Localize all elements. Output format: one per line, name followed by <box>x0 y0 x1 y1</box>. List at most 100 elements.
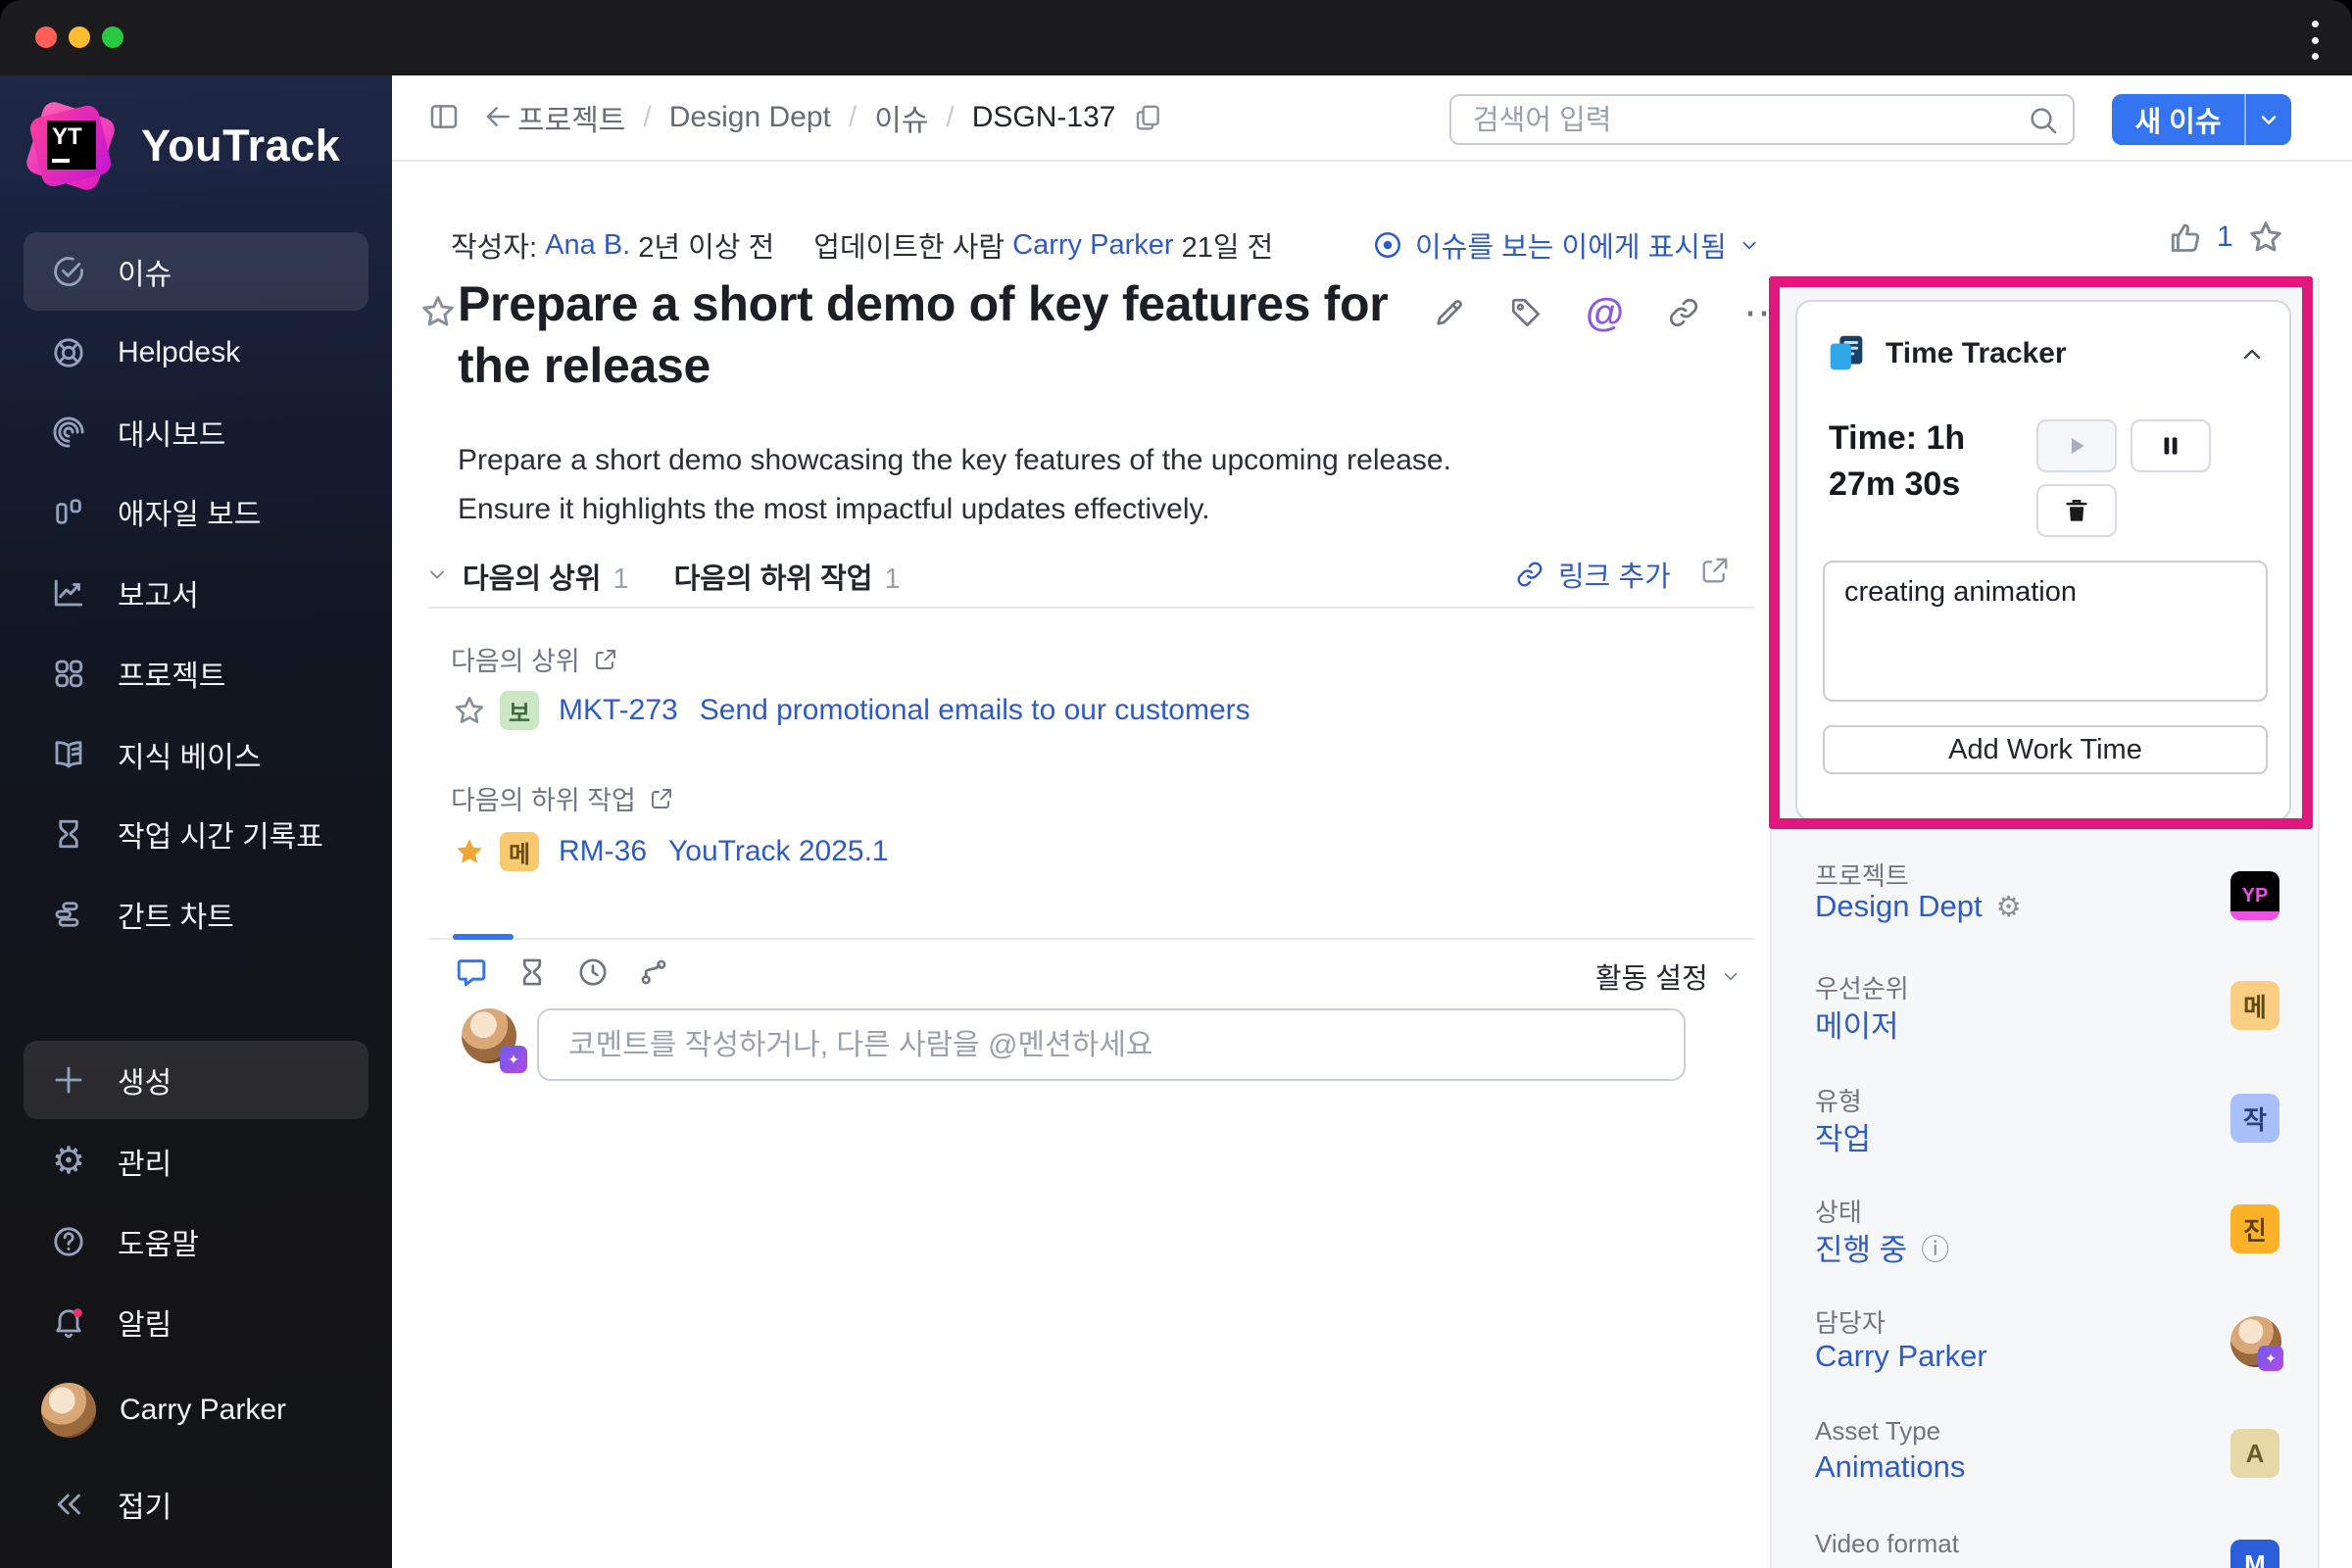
gear-icon[interactable]: ⚙ <box>1996 890 2022 924</box>
gantt-icon <box>51 897 86 932</box>
field-priority-value[interactable]: 메이저 <box>1815 1002 1899 1046</box>
star-icon[interactable] <box>453 694 486 727</box>
paperclip-icon <box>1517 562 1543 587</box>
sidebar-item-agile-boards[interactable]: 애자일 보드 <box>24 472 368 551</box>
sidebar-item-notifications[interactable]: 알림 <box>24 1283 368 1361</box>
new-issue-dropdown-button[interactable] <box>2244 94 2291 145</box>
panel-scroll-track[interactable] <box>2318 277 2352 1568</box>
field-asset-type: Asset Type <box>1815 1416 1941 1446</box>
issue-description: Prepare a short demo showcasing the key … <box>458 444 1451 525</box>
external-link-icon[interactable] <box>650 787 673 810</box>
chevron-down-icon <box>1724 972 1738 981</box>
breadcrumb-issues[interactable]: 이슈 <box>874 96 928 139</box>
subtask-issue-row[interactable]: 메 RM-36 YouTrack 2025.1 <box>453 832 889 871</box>
open-links-external-icon[interactable] <box>1700 556 1730 593</box>
bell-icon <box>51 1304 86 1340</box>
sidebar-item-timesheets[interactable]: 작업 시간 기록표 <box>24 795 368 873</box>
app-window: YT YouTrack 이슈 Helpdesk 대시보드 애자일 보드 보고서 … <box>0 0 2352 1568</box>
sidebar-item-label: 작업 시간 기록표 <box>118 821 323 854</box>
breadcrumb-project[interactable]: Design Dept <box>669 101 831 134</box>
ai-assistant-icon[interactable]: @ <box>1586 293 1624 332</box>
window-minimize-button[interactable] <box>69 26 90 48</box>
comment-input[interactable] <box>566 1012 1658 1079</box>
sidebar-item-issues[interactable]: 이슈 <box>24 232 368 311</box>
work-note-textarea[interactable]: creating animation <box>1823 561 2268 702</box>
issue-id-link[interactable]: MKT-273 <box>559 694 678 727</box>
sidebar: YT YouTrack 이슈 Helpdesk 대시보드 애자일 보드 보고서 … <box>0 75 392 1568</box>
pause-icon <box>2164 437 2178 455</box>
back-arrow-icon[interactable] <box>482 101 514 137</box>
asset-type-badge: A <box>2230 1429 2279 1478</box>
issue-id-link[interactable]: RM-36 <box>559 835 647 868</box>
sidebar-item-label: 간트 차트 <box>118 902 234 934</box>
activity-settings-button[interactable]: 활동 설정 <box>1595 956 1741 997</box>
sidebar-item-help[interactable]: 도움말 <box>24 1202 368 1281</box>
search-input[interactable] <box>1471 98 2024 143</box>
field-type-value[interactable]: 작업 <box>1815 1114 1871 1158</box>
play-button[interactable] <box>2036 419 2117 472</box>
divider <box>428 938 1754 940</box>
sidebar-item-helpdesk[interactable]: Helpdesk <box>24 314 368 392</box>
add-link-button[interactable]: 링크 추가 <box>1515 554 1730 595</box>
sidebar-create-button[interactable]: 생성 <box>24 1041 368 1119</box>
updated-by-link[interactable]: Carry Parker <box>1012 229 1173 262</box>
window-zoom-button[interactable] <box>102 26 123 48</box>
edit-pencil-icon[interactable] <box>1433 296 1466 329</box>
sidebar-collapse-button[interactable]: 접기 <box>24 1465 368 1544</box>
star-filled-icon[interactable] <box>453 835 486 868</box>
sidebar-item-knowledge-base[interactable]: 지식 베이스 <box>24 715 368 794</box>
field-state-value[interactable]: 진행 중 ⓘ <box>1815 1225 1949 1269</box>
collapse-links-icon[interactable] <box>425 563 449 591</box>
delete-button[interactable] <box>2036 484 2117 537</box>
sidebar-user-profile[interactable]: Carry Parker <box>24 1371 368 1449</box>
field-asset-type-value[interactable]: Animations <box>1815 1449 1965 1485</box>
pause-button[interactable] <box>2131 419 2211 472</box>
history-hourglass-tab-icon[interactable] <box>515 956 549 989</box>
search-icon[interactable] <box>2028 105 2059 141</box>
breadcrumb-projects[interactable]: 프로젝트 <box>517 96 625 139</box>
sidebar-item-dashboards[interactable]: 대시보드 <box>24 393 368 471</box>
issue-star-icon[interactable] <box>419 293 457 335</box>
type-badge: 작 <box>2230 1094 2279 1143</box>
info-icon[interactable]: ⓘ <box>1921 1227 1949 1268</box>
field-assignee-value[interactable]: Carry Parker <box>1815 1339 1987 1374</box>
parent-links-tab[interactable]: 다음의 상위 1 <box>463 556 629 597</box>
parent-issue-row[interactable]: 보 MKT-273 Send promotional emails to our… <box>453 691 1250 730</box>
titlebar <box>0 0 2352 75</box>
field-project-value[interactable]: Design Dept ⚙ <box>1815 889 2022 924</box>
created-label: 작성자: <box>451 232 538 264</box>
issue-summary-link[interactable]: YouTrack 2025.1 <box>668 835 889 868</box>
sidebar-item-reports[interactable]: 보고서 <box>24 554 368 632</box>
attach-link-icon[interactable] <box>1667 296 1700 329</box>
tag-icon[interactable] <box>1509 296 1543 329</box>
toggle-sidebar-icon[interactable] <box>428 101 460 137</box>
search-box <box>1449 94 2075 145</box>
star-icon[interactable] <box>2247 219 2284 256</box>
time-tracker-widget: Time Tracker Time: 1h 27m 30s creating a… <box>1795 300 2291 821</box>
external-link-icon[interactable] <box>594 648 617 671</box>
sidebar-item-projects[interactable]: 프로젝트 <box>24 634 368 712</box>
created-by-link[interactable]: Ana B. <box>545 229 630 262</box>
youtrack-logo-icon: YT <box>24 99 118 193</box>
agile-board-icon <box>51 494 86 529</box>
new-issue-button[interactable]: 새 이슈 <box>2112 94 2244 145</box>
add-work-time-button[interactable]: Add Work Time <box>1823 725 2268 774</box>
breadcrumb: 프로젝트 / Design Dept / 이슈 / DSGN-137 <box>517 75 1162 160</box>
kebab-menu-icon[interactable] <box>2305 21 2325 60</box>
visibility-control[interactable]: 이슈를 보는 이에게 표시됨 <box>1372 224 1760 266</box>
breadcrumb-issue-id[interactable]: DSGN-137 <box>972 101 1116 134</box>
thumbs-up-icon[interactable] <box>2168 220 2203 255</box>
subtask-links-tab[interactable]: 다음의 하위 작업 1 <box>674 556 901 597</box>
window-close-button[interactable] <box>35 26 57 48</box>
book-icon <box>51 737 86 772</box>
time-tab-icon[interactable] <box>576 956 610 989</box>
comments-tab-icon[interactable] <box>455 956 488 989</box>
issue-summary-link[interactable]: Send promotional emails to our customers <box>700 694 1250 727</box>
sidebar-item-administration[interactable]: ⚙ 관리 <box>24 1122 368 1200</box>
sidebar-item-label: 접기 <box>118 1492 172 1524</box>
vcs-branch-tab-icon[interactable] <box>637 956 670 989</box>
copy-id-icon[interactable] <box>1133 103 1162 132</box>
sidebar-item-gantt-charts[interactable]: 간트 차트 <box>24 875 368 954</box>
collapse-widget-icon[interactable] <box>2238 341 2266 373</box>
field-type: 유형 <box>1815 1087 1862 1116</box>
